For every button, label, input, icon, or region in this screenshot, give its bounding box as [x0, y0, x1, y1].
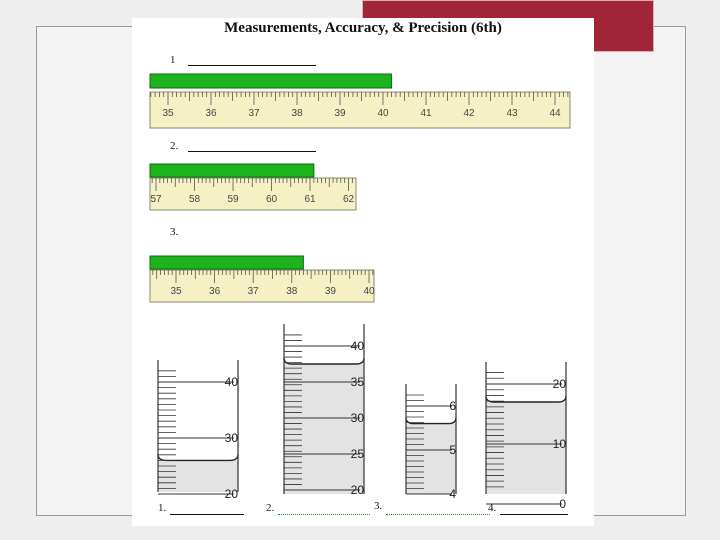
- ruler-number-label: 62: [343, 194, 355, 205]
- cylinder-scale-label: 6: [449, 399, 456, 413]
- cylinder-scale-label: 25: [351, 447, 365, 461]
- measured-green-bar: [149, 73, 393, 89]
- ruler-number-label: 42: [463, 108, 475, 119]
- cylinder-answer-blank-1[interactable]: [170, 514, 244, 515]
- graduated-cylinder-2: 40 35 30 25 20: [283, 324, 365, 497]
- graduated-cylinder-1: 40 30 20: [157, 360, 239, 501]
- graduated-cylinder-4: 20 10 0: [485, 362, 567, 511]
- ruler-number-label: 39: [325, 286, 337, 297]
- worksheet: Measurements, Accuracy, & Precision (6th…: [132, 18, 594, 526]
- ruler-number-label: 40: [363, 286, 375, 297]
- ruler-number-label: 35: [170, 286, 182, 297]
- ruler-number-label: 39: [334, 108, 346, 119]
- question-number-3: 3.: [170, 226, 179, 238]
- cylinder-meniscus: [157, 454, 239, 462]
- cylinder-scale-label: 40: [225, 375, 239, 389]
- cylinder-scale-label: 35: [351, 375, 365, 389]
- ruler-number-label: 44: [549, 108, 561, 119]
- cylinder-answer-number-1: 1.: [158, 502, 167, 514]
- question-number-1: 1: [170, 54, 176, 66]
- cylinder-scale-label: 40: [351, 339, 365, 353]
- cylinder-answer-number-2: 2.: [266, 502, 275, 514]
- cylinder-scale-label: 30: [225, 431, 239, 445]
- cylinder-meniscus: [283, 357, 365, 365]
- answer-blank-1[interactable]: [188, 65, 316, 66]
- cylinder-answer-number-4: 4.: [488, 502, 497, 514]
- cylinder-liquid: [406, 423, 456, 494]
- cylinder-scale-label: 4: [449, 487, 456, 501]
- cylinder-scale-label: 0: [559, 497, 566, 511]
- measured-green-bar: [149, 163, 315, 178]
- ruler-number-label: 41: [420, 108, 432, 119]
- ruler-number-label: 40: [377, 108, 389, 119]
- ruler-number-label: 37: [248, 108, 260, 119]
- cylinder-answer-blank-2[interactable]: [278, 514, 370, 515]
- cylinder-scale-label: 10: [553, 437, 567, 451]
- cylinder-answer-blank-3[interactable]: [386, 514, 490, 515]
- cylinder-scale-label: 20: [553, 377, 567, 391]
- graduated-cylinder-3: 6 5 4: [405, 384, 457, 501]
- answer-blank-2[interactable]: [188, 151, 316, 152]
- cylinder-scale-label: 5: [449, 443, 456, 457]
- measured-green-bar: [149, 255, 304, 270]
- ruler-number-label: 37: [248, 286, 260, 297]
- question-number-2: 2.: [170, 140, 179, 152]
- cylinder-scale-label: 20: [225, 487, 239, 501]
- ruler-number-label: 38: [286, 286, 298, 297]
- ruler-2: 57 58 59 60 61 62: [149, 163, 357, 211]
- cylinder-answer-number-3: 3.: [374, 500, 383, 512]
- cylinder-scale-label: 20: [351, 483, 365, 497]
- ruler-number-label: 43: [506, 108, 518, 119]
- ruler-number-label: 36: [205, 108, 217, 119]
- ruler-number-label: 57: [150, 194, 162, 205]
- ruler-3: 35 36 37 38 39 40: [149, 255, 375, 303]
- ruler-number-label: 35: [162, 108, 174, 119]
- ruler-number-label: 60: [266, 194, 278, 205]
- ruler-number-label: 38: [291, 108, 303, 119]
- ruler-number-label: 59: [227, 194, 239, 205]
- ruler-number-label: 36: [209, 286, 221, 297]
- cylinder-scale-label: 30: [351, 411, 365, 425]
- ruler-number-label: 61: [304, 194, 316, 205]
- cylinder-answer-blank-4[interactable]: [500, 514, 568, 515]
- ruler-number-label: 58: [189, 194, 201, 205]
- worksheet-title: Measurements, Accuracy, & Precision (6th…: [224, 20, 502, 36]
- ruler-1: 35 36 37 38 39 40 41 42 43 44: [149, 73, 571, 129]
